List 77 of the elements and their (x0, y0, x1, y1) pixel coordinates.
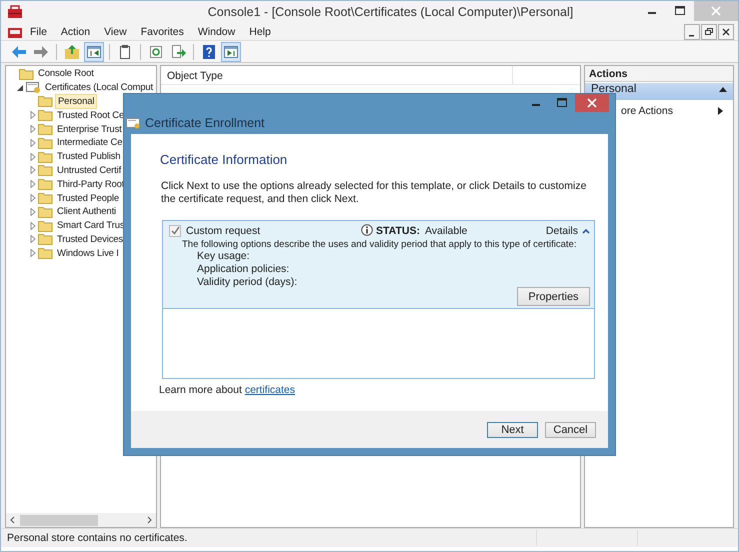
folder-icon (38, 164, 53, 176)
tree-item[interactable]: Windows Live I (55, 246, 121, 260)
collapse-icon[interactable] (582, 228, 590, 234)
dialog-heading: Certificate Information (160, 152, 288, 167)
tree-item[interactable]: Client Authenti (55, 205, 118, 218)
close-button[interactable] (718, 24, 734, 40)
field-label: Validity period (days): (196, 276, 298, 289)
certificate-store-icon (26, 81, 41, 94)
tree-toggle-button[interactable] (84, 42, 104, 62)
menu-item[interactable]: View (97, 26, 134, 38)
folder-icon (38, 247, 53, 260)
tree-item[interactable]: Certificates (Local Comput (43, 81, 156, 94)
next-button[interactable]: Next (487, 422, 538, 438)
restore-button[interactable] (701, 24, 717, 40)
menu-item[interactable]: File (23, 26, 54, 38)
folder-icon (38, 178, 53, 190)
tree-item[interactable]: Trusted Devices (55, 232, 126, 246)
tree-item[interactable]: Trusted Publish (55, 150, 122, 164)
folder-icon (38, 95, 53, 108)
action-item[interactable]: ore Actions (621, 105, 673, 117)
field-label: Key usage: (196, 250, 251, 263)
request-checkbox[interactable] (169, 224, 181, 236)
menu-item[interactable]: Window (190, 26, 242, 38)
request-item[interactable] (163, 221, 594, 309)
pane-toggle-button[interactable] (221, 42, 241, 62)
window-title: Console1 - [Console Root\Certificates (Local Computer)\Personal] (206, 5, 574, 19)
folder-up-icon (64, 44, 80, 60)
forward-arrow-icon (33, 44, 49, 60)
toolbox-icon (7, 5, 23, 19)
column-header[interactable]: Object Type (161, 66, 513, 84)
tree-item[interactable]: Personal (55, 94, 98, 109)
folder-icon (19, 68, 34, 80)
menu-item[interactable]: Help (242, 26, 278, 38)
tree-item[interactable]: Trusted People (55, 192, 121, 205)
certificates-link[interactable]: certificates (244, 384, 295, 396)
actions-header: Actions (585, 66, 733, 82)
instructions-text: Click Next to use the options already selected for this template, or click Details to customize the certificate request, and then click Next. (161, 180, 588, 206)
status-label: STATUS: (376, 224, 420, 236)
help-icon (201, 44, 217, 60)
actions-section-header[interactable]: Personal (585, 83, 733, 100)
folder-icon (38, 233, 53, 246)
field-label: Application policies: (196, 263, 290, 276)
export-icon (170, 44, 186, 60)
tree-item[interactable]: Enterprise Trust (55, 122, 124, 136)
menu-item[interactable]: Favorites (134, 26, 191, 38)
folder-icon (38, 192, 53, 204)
dialog-title: Certificate Enrollment (145, 116, 264, 130)
folder-icon (38, 109, 53, 122)
details-link[interactable]: Details (546, 224, 578, 236)
folder-icon (38, 220, 53, 232)
horizontal-scrollbar[interactable] (6, 513, 156, 527)
cancel-button[interactable]: Cancel (545, 422, 596, 438)
info-icon (361, 224, 373, 237)
folder-icon (38, 150, 53, 163)
clipboard-icon (117, 44, 133, 60)
tree-item[interactable]: Untrusted Certif (55, 164, 124, 177)
submenu-arrow-icon (718, 107, 723, 115)
pane-icon (86, 44, 102, 60)
pane-icon (223, 44, 239, 60)
tree-item[interactable]: Console Root (36, 67, 96, 80)
tree-item[interactable]: Intermediate Ce (55, 136, 124, 150)
minimize-button[interactable] (684, 24, 700, 40)
section-title: Personal (591, 83, 636, 96)
folder-icon (38, 206, 53, 218)
request-name: Custom request (186, 224, 262, 236)
learn-more-text: Learn more about certificates (159, 384, 296, 396)
status-value: Available (424, 224, 468, 236)
menu-item[interactable]: Action (54, 26, 98, 38)
collapse-icon[interactable] (719, 87, 727, 93)
refresh-icon (148, 44, 164, 60)
certificate-icon (126, 117, 140, 129)
description-text: The following options describe the uses and validity period that apply to this type of certificate: (181, 239, 578, 250)
back-arrow-icon (11, 44, 27, 60)
folder-icon (38, 136, 53, 149)
properties-button[interactable]: Properties (517, 287, 590, 306)
status-text: Personal store contains no certificates. (7, 532, 188, 544)
folder-icon (38, 123, 53, 136)
